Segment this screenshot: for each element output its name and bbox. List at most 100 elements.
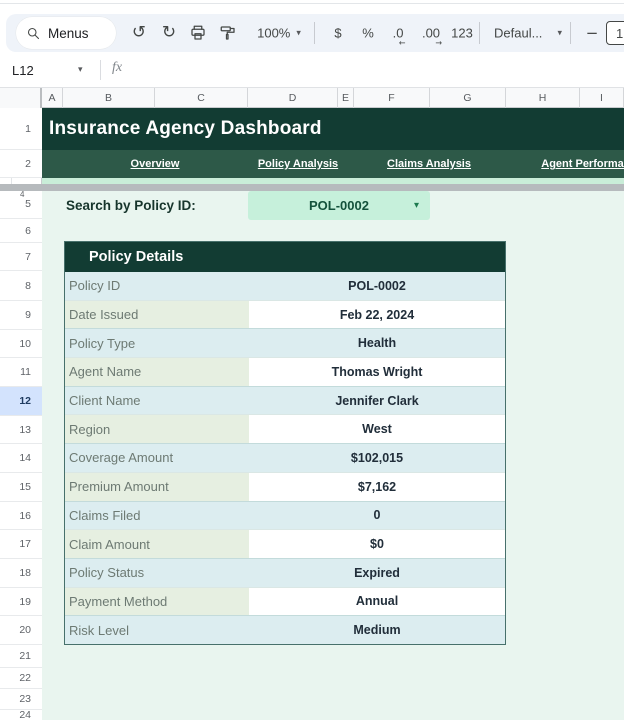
undo-button[interactable]: ↺ (127, 22, 151, 43)
row-header-13[interactable]: 13 (0, 416, 42, 444)
column-header-b[interactable]: B (63, 88, 155, 108)
row-value[interactable]: $102,015 (249, 444, 505, 472)
column-header-a[interactable]: A (42, 88, 63, 108)
increase-decimal-button[interactable]: .00 (417, 26, 445, 48)
column-header-f[interactable]: F (354, 88, 430, 108)
row-header-23[interactable]: 23 (0, 689, 42, 710)
row-value[interactable]: Expired (249, 559, 505, 587)
row-label[interactable]: Policy Type (65, 329, 249, 357)
row-header-2[interactable]: 2 (0, 150, 42, 178)
nav-link-overview[interactable]: Overview (131, 150, 180, 178)
row-value[interactable]: Feb 22, 2024 (249, 300, 505, 329)
redo-icon: ↻ (161, 22, 177, 43)
table-row-policy-id: Policy ID POL-0002 (65, 272, 505, 300)
nav-link-agent-performance[interactable]: Agent Performance (541, 150, 624, 178)
column-header-h[interactable]: H (506, 88, 580, 108)
dashboard-title-cell[interactable]: Insurance Agency Dashboard (42, 108, 624, 150)
column-header-i[interactable]: I (580, 88, 624, 108)
row-header-1[interactable]: 1 (0, 108, 42, 150)
redo-button[interactable]: ↻ (157, 22, 181, 43)
hidden-rows-band[interactable] (0, 184, 624, 191)
print-icon (191, 25, 205, 40)
name-box[interactable]: L12 (12, 52, 34, 88)
row-label[interactable]: Claims Filed (65, 502, 249, 530)
dashboard-nav-row: Overview Policy Analysis Claims Analysis… (42, 150, 624, 178)
row-header-18[interactable]: 18 (0, 559, 42, 588)
row-header-6[interactable]: 6 (0, 219, 42, 243)
fx-icon[interactable]: fx (112, 60, 122, 76)
row-label[interactable]: Premium Amount (65, 472, 249, 501)
format-percent-button[interactable]: % (357, 26, 379, 41)
select-all-corner[interactable] (0, 88, 42, 108)
row-label[interactable]: Policy ID (65, 272, 249, 300)
row-value[interactable]: $0 (249, 530, 505, 558)
row-value[interactable]: $7,162 (249, 472, 505, 501)
row-value[interactable]: West (249, 415, 505, 444)
sheet-grid: Insurance Agency Dashboard Overview Poli… (42, 108, 624, 720)
policy-id-dropdown[interactable]: POL-0002 ▾ (248, 191, 430, 220)
toolbar-divider (570, 22, 571, 44)
row-header-19[interactable]: 19 (0, 588, 42, 616)
undo-icon: ↺ (131, 22, 147, 43)
row-header-21[interactable]: 21 (0, 645, 42, 668)
row-header-15[interactable]: 15 (0, 473, 42, 502)
row-value[interactable]: Annual (249, 587, 505, 616)
row-value[interactable]: Medium (249, 616, 505, 644)
decrease-font-size-button[interactable]: − (582, 24, 602, 42)
row-label[interactable]: Payment Method (65, 587, 249, 616)
row-label[interactable]: Client Name (65, 387, 249, 415)
row-value[interactable]: 0 (249, 502, 505, 530)
row-header-11[interactable]: 11 (0, 358, 42, 387)
decrease-decimal-button[interactable]: .0 (387, 26, 409, 48)
menus-search-pill[interactable]: Menus (16, 17, 116, 49)
font-size-input[interactable]: 1 (606, 21, 624, 45)
row-header-10[interactable]: 10 (0, 330, 42, 358)
font-family-select[interactable]: Defaul... ▾ (490, 26, 566, 41)
row-label[interactable]: Region (65, 415, 249, 444)
row-value[interactable]: Thomas Wright (249, 358, 505, 386)
row-value[interactable]: Jennifer Clark (249, 387, 505, 415)
column-header-e[interactable]: E (338, 88, 354, 108)
table-row-risk-level: Risk Level Medium (65, 615, 505, 644)
search-icon (27, 27, 40, 39)
column-headers: A B C D E F G H I (0, 88, 624, 108)
window-top-strip (0, 0, 624, 14)
row-header-20[interactable]: 20 (0, 616, 42, 645)
policy-details-table: Policy Details Policy ID POL-0002 Date Is… (64, 241, 506, 645)
row-label[interactable]: Risk Level (65, 616, 249, 644)
row-header-22[interactable]: 22 (0, 668, 42, 689)
nav-link-claims-analysis[interactable]: Claims Analysis (387, 150, 471, 178)
nav-link-policy-analysis[interactable]: Policy Analysis (258, 150, 338, 178)
paint-format-button[interactable] (216, 24, 240, 42)
row-header-24[interactable]: 24 (0, 709, 42, 720)
row-value[interactable]: POL-0002 (249, 272, 505, 300)
row-value[interactable]: Health (249, 329, 505, 357)
hidden-row-4-marker: 4 (20, 190, 25, 199)
zoom-control[interactable]: 100% ▾ (248, 26, 310, 41)
table-row-region: Region West (65, 414, 505, 444)
row-label[interactable]: Claim Amount (65, 530, 249, 558)
row-header-17[interactable]: 17 (0, 530, 42, 559)
more-formats-button[interactable]: 123 (449, 26, 475, 41)
search-by-policy-label[interactable]: Search by Policy ID: (66, 191, 196, 221)
format-currency-button[interactable]: $ (328, 26, 348, 41)
row-label[interactable]: Coverage Amount (65, 444, 249, 472)
zoom-caret-icon: ▾ (296, 28, 301, 38)
row-header-7[interactable]: 7 (0, 243, 42, 271)
row-label[interactable]: Date Issued (65, 300, 249, 329)
print-button[interactable] (186, 24, 210, 42)
row-header-9[interactable]: 9 (0, 301, 42, 330)
column-header-g[interactable]: G (430, 88, 506, 108)
toolbar: Menus ↺ ↻ 100% ▾ $ % .0 .00 123 Defaul..… (6, 14, 624, 52)
row-header-16[interactable]: 16 (0, 502, 42, 530)
row-header-14[interactable]: 14 (0, 444, 42, 473)
policy-details-header[interactable]: Policy Details (65, 242, 505, 272)
table-row-date-issued: Date Issued Feb 22, 2024 (65, 299, 505, 329)
column-header-d[interactable]: D (248, 88, 338, 108)
row-header-12-selected[interactable]: 12 (0, 387, 42, 416)
row-header-8[interactable]: 8 (0, 271, 42, 301)
row-label[interactable]: Policy Status (65, 559, 249, 587)
column-header-c[interactable]: C (155, 88, 248, 108)
row-label[interactable]: Agent Name (65, 358, 249, 386)
name-box-caret-icon[interactable]: ▾ (78, 65, 83, 75)
